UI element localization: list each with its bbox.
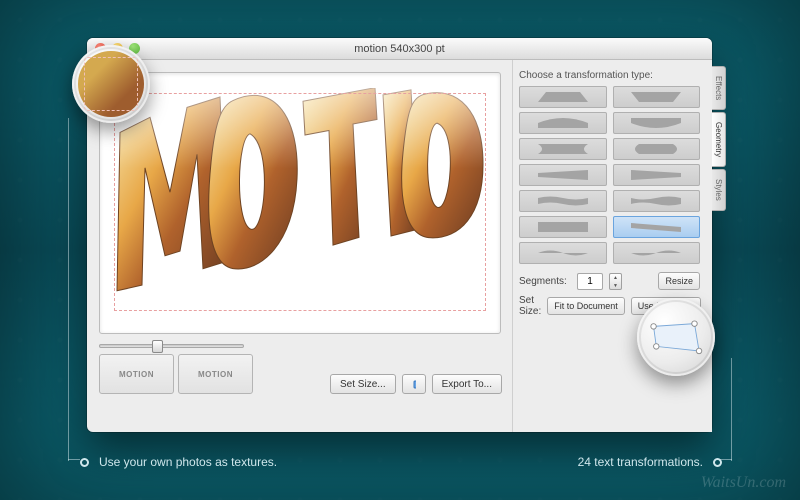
transform-option[interactable] xyxy=(613,164,701,186)
segments-stepper[interactable]: ▲▼ xyxy=(609,273,622,290)
callout-dot-icon xyxy=(80,458,89,467)
zoom-slider[interactable] xyxy=(99,344,244,348)
set-size-label: Set Size: xyxy=(519,295,541,317)
segments-label: Segments: xyxy=(519,276,571,287)
layer-thumbnail[interactable]: MOTION xyxy=(178,354,253,394)
text-artwork[interactable] xyxy=(110,88,490,318)
transform-option[interactable] xyxy=(519,190,607,212)
tab-geometry[interactable]: Geometry xyxy=(712,112,726,167)
callout-left: Use your own photos as textures. xyxy=(80,455,277,469)
transform-option[interactable] xyxy=(519,164,607,186)
transform-option-selected[interactable] xyxy=(613,216,701,238)
transform-option[interactable] xyxy=(519,86,607,108)
transform-option[interactable] xyxy=(613,190,701,212)
callout-text: 24 text transformations. xyxy=(578,455,703,469)
app-window: motion 540x300 pt xyxy=(87,38,712,432)
transform-option[interactable] xyxy=(519,242,607,264)
transform-option[interactable] xyxy=(613,112,701,134)
transform-option[interactable] xyxy=(519,216,607,238)
slider-thumb[interactable] xyxy=(152,340,163,353)
fit-document-button[interactable]: Fit to Document xyxy=(547,297,625,315)
titlebar[interactable]: motion 540x300 pt xyxy=(87,38,712,60)
thumbnail-label: MOTION xyxy=(198,370,233,379)
transform-option[interactable] xyxy=(519,112,607,134)
tab-effects[interactable]: Effects xyxy=(712,66,726,110)
thumbnail-label: MOTION xyxy=(119,370,154,379)
layer-thumbnail[interactable]: MOTION xyxy=(99,354,174,394)
set-size-button[interactable]: Set Size... xyxy=(330,374,396,394)
watermark: WaitsUn.com xyxy=(701,474,786,492)
callout-line xyxy=(68,118,69,461)
export-dropdown[interactable] xyxy=(402,374,426,394)
transform-option[interactable] xyxy=(613,242,701,264)
transformation-grid xyxy=(519,86,700,264)
callout-line xyxy=(731,358,732,461)
callout-text: Use your own photos as textures. xyxy=(99,455,277,469)
panel-heading: Choose a transformation type: xyxy=(519,70,700,81)
segments-input[interactable] xyxy=(577,273,603,290)
transform-option[interactable] xyxy=(613,138,701,160)
callout-right: 24 text transformations. xyxy=(578,455,722,469)
magnifier-transform xyxy=(637,298,715,376)
export-button[interactable]: Export To... xyxy=(432,374,502,394)
resize-button[interactable]: Resize xyxy=(658,272,700,290)
transform-option[interactable] xyxy=(519,138,607,160)
window-title: motion 540x300 pt xyxy=(87,43,712,55)
callout-dot-icon xyxy=(713,458,722,467)
tab-styles[interactable]: Styles xyxy=(712,169,726,211)
canvas[interactable] xyxy=(99,72,501,334)
transform-option[interactable] xyxy=(613,86,701,108)
callout-line xyxy=(68,459,80,460)
transform-panel: Effects Geometry Styles Choose a transfo… xyxy=(512,60,712,432)
magnifier-texture xyxy=(72,45,150,123)
export-icon xyxy=(412,378,416,390)
